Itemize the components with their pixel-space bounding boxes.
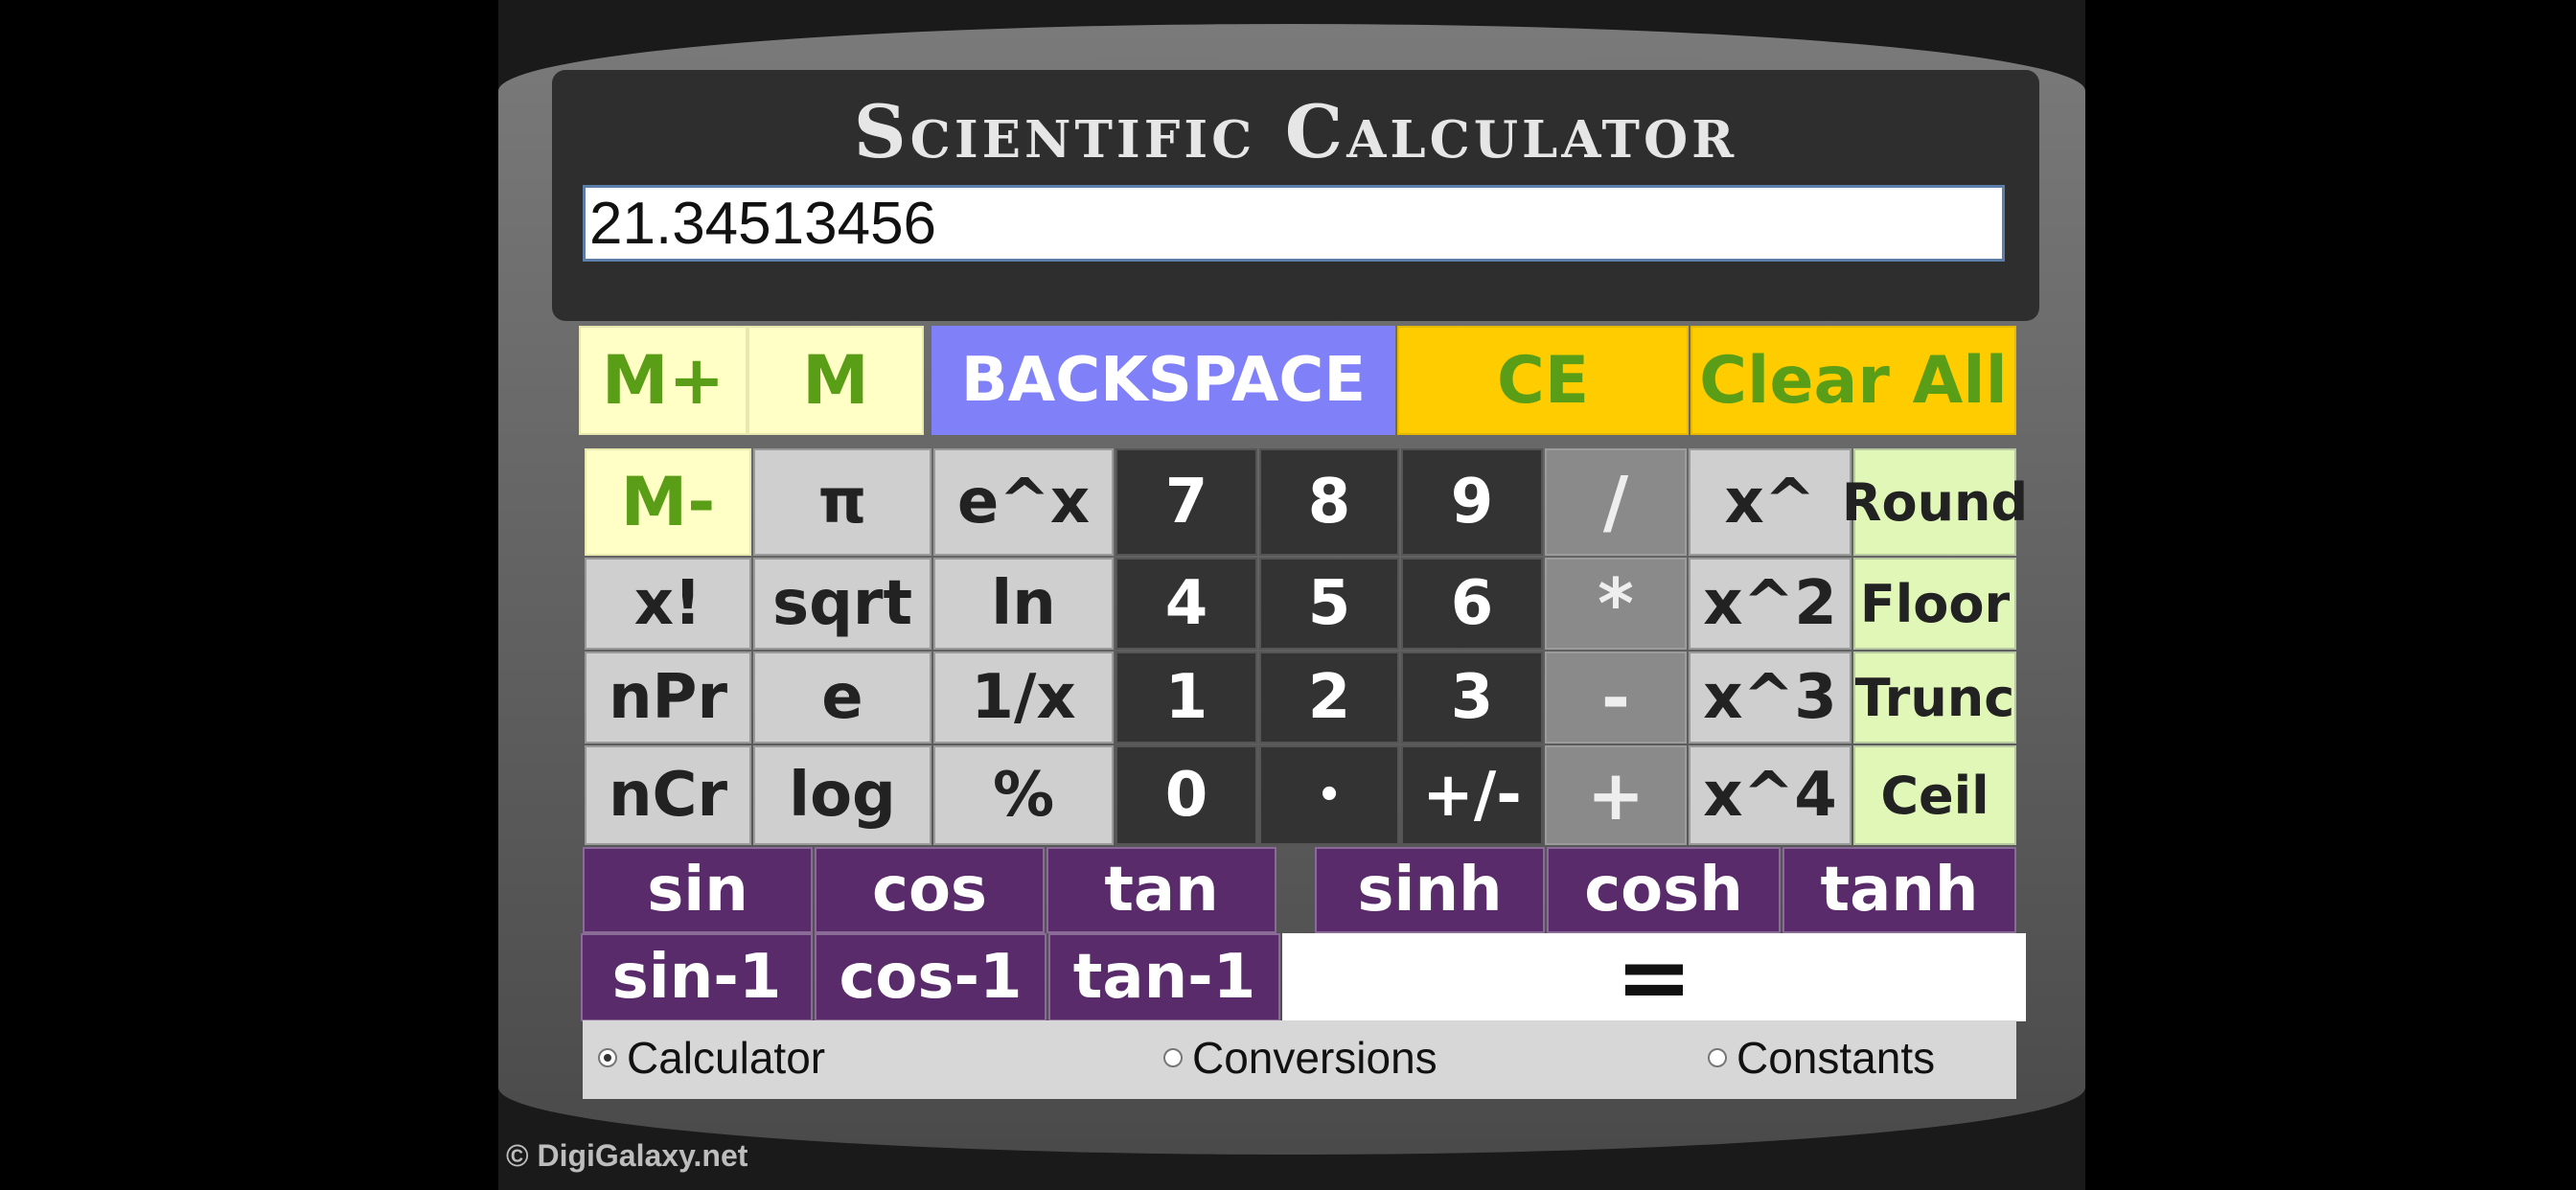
subtract-button[interactable]: - bbox=[1545, 652, 1687, 744]
digit-2-button[interactable]: 2 bbox=[1259, 652, 1399, 744]
euler-button[interactable]: e bbox=[753, 652, 932, 744]
fourth-power-button[interactable]: x^4 bbox=[1689, 745, 1852, 845]
floor-button[interactable]: Floor bbox=[1853, 558, 2016, 650]
round-button[interactable]: Round bbox=[1842, 448, 2028, 556]
reciprocal-button[interactable]: 1/x bbox=[933, 652, 1114, 744]
memory-recall-button[interactable]: M bbox=[748, 326, 924, 435]
log-button[interactable]: log bbox=[753, 745, 932, 845]
digit-9-button[interactable]: 9 bbox=[1401, 448, 1543, 556]
digit-5-button[interactable]: 5 bbox=[1259, 558, 1399, 650]
sqrt-button[interactable]: sqrt bbox=[753, 558, 932, 650]
digit-8-button[interactable]: 8 bbox=[1259, 448, 1399, 556]
equals-button[interactable]: = bbox=[1282, 924, 2026, 1031]
ncr-button[interactable]: nCr bbox=[585, 745, 751, 845]
ln-button[interactable]: ln bbox=[933, 558, 1114, 650]
mode-constants[interactable]: Constants bbox=[1708, 1032, 1935, 1084]
mode-conversions[interactable]: Conversions bbox=[1163, 1032, 1438, 1084]
mode-conversions-label: Conversions bbox=[1192, 1033, 1438, 1083]
divide-button[interactable]: / bbox=[1545, 448, 1687, 556]
mode-calculator[interactable]: Calculator bbox=[598, 1032, 825, 1084]
digit-4-button[interactable]: 4 bbox=[1116, 558, 1257, 650]
digit-0-button[interactable]: 0 bbox=[1116, 745, 1257, 845]
sin-button[interactable]: sin bbox=[583, 847, 813, 933]
percent-button[interactable]: % bbox=[933, 745, 1114, 845]
calculator-app: Scientific Calculator M+ M BACKSPACE CE … bbox=[498, 0, 2085, 1190]
tan-button[interactable]: tan bbox=[1046, 847, 1276, 933]
sinh-button[interactable]: sinh bbox=[1315, 847, 1545, 933]
digit-1-button[interactable]: 1 bbox=[1116, 652, 1257, 744]
memory-subtract-button[interactable]: M- bbox=[585, 448, 751, 556]
sign-toggle-button[interactable]: +/- bbox=[1401, 745, 1543, 845]
npr-button[interactable]: nPr bbox=[585, 652, 751, 744]
page-title: Scientific Calculator bbox=[853, 89, 1738, 174]
copyright-footer: © DigiGalaxy.net bbox=[506, 1138, 748, 1173]
backspace-button[interactable]: BACKSPACE bbox=[932, 326, 1395, 435]
decimal-point-button[interactable]: • bbox=[1259, 745, 1399, 845]
cosh-button[interactable]: cosh bbox=[1547, 847, 1781, 933]
display-field[interactable] bbox=[583, 185, 2005, 262]
mode-selector: Calculator Conversions Constants bbox=[583, 1020, 2016, 1099]
radio-icon[interactable] bbox=[1708, 1048, 1727, 1067]
trunc-button[interactable]: Trunc bbox=[1853, 652, 2016, 744]
multiply-button[interactable]: * bbox=[1545, 558, 1687, 650]
display-panel: Scientific Calculator bbox=[552, 70, 2039, 321]
mode-constants-label: Constants bbox=[1736, 1033, 1936, 1083]
factorial-button[interactable]: x! bbox=[585, 558, 751, 650]
digit-3-button[interactable]: 3 bbox=[1401, 652, 1543, 744]
pi-button[interactable]: π bbox=[753, 448, 932, 556]
add-button[interactable]: + bbox=[1545, 745, 1687, 845]
radio-icon[interactable] bbox=[1163, 1048, 1183, 1067]
ce-button[interactable]: CE bbox=[1397, 326, 1689, 435]
mode-calculator-label: Calculator bbox=[627, 1033, 826, 1083]
cube-button[interactable]: x^3 bbox=[1689, 652, 1852, 744]
arcsin-button[interactable]: sin-1 bbox=[581, 933, 813, 1021]
ceil-button[interactable]: Ceil bbox=[1853, 745, 2016, 845]
power-button[interactable]: x^ bbox=[1689, 448, 1852, 556]
radio-selected-icon[interactable] bbox=[598, 1048, 617, 1067]
memory-add-button[interactable]: M+ bbox=[579, 326, 748, 435]
digit-6-button[interactable]: 6 bbox=[1401, 558, 1543, 650]
exp-button[interactable]: e^x bbox=[933, 448, 1114, 556]
clear-all-button[interactable]: Clear All bbox=[1690, 326, 2016, 435]
arctan-button[interactable]: tan-1 bbox=[1048, 933, 1280, 1021]
arccos-button[interactable]: cos-1 bbox=[815, 933, 1046, 1021]
square-button[interactable]: x^2 bbox=[1689, 558, 1852, 650]
tanh-button[interactable]: tanh bbox=[1782, 847, 2016, 933]
cos-button[interactable]: cos bbox=[815, 847, 1045, 933]
digit-7-button[interactable]: 7 bbox=[1116, 448, 1257, 556]
